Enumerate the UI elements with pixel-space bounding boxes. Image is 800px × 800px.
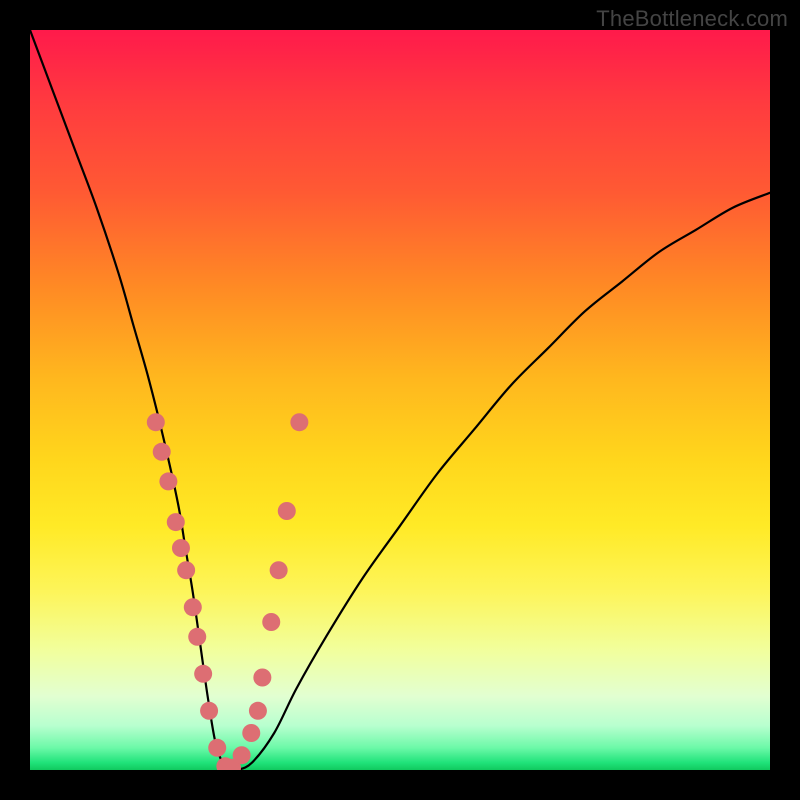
highlight-dot bbox=[147, 413, 165, 431]
highlight-dot bbox=[290, 413, 308, 431]
highlight-dot bbox=[200, 702, 218, 720]
bottleneck-curve bbox=[30, 30, 770, 770]
highlight-dot bbox=[172, 539, 190, 557]
highlight-dot bbox=[159, 472, 177, 490]
plot-area bbox=[30, 30, 770, 770]
highlight-dot bbox=[153, 443, 171, 461]
highlight-dot bbox=[188, 628, 206, 646]
highlight-dot bbox=[270, 561, 288, 579]
highlight-dot bbox=[278, 502, 296, 520]
highlight-dot bbox=[233, 746, 251, 764]
highlight-dot bbox=[262, 613, 280, 631]
chart-frame: TheBottleneck.com bbox=[0, 0, 800, 800]
highlight-dot bbox=[167, 513, 185, 531]
highlight-dot bbox=[249, 702, 267, 720]
highlight-dot bbox=[242, 724, 260, 742]
highlight-dot bbox=[253, 669, 271, 687]
highlight-dot bbox=[208, 739, 226, 757]
chart-svg bbox=[30, 30, 770, 770]
highlight-dot bbox=[184, 598, 202, 616]
highlight-dot bbox=[177, 561, 195, 579]
watermark-text: TheBottleneck.com bbox=[596, 6, 788, 32]
highlight-dot bbox=[194, 665, 212, 683]
